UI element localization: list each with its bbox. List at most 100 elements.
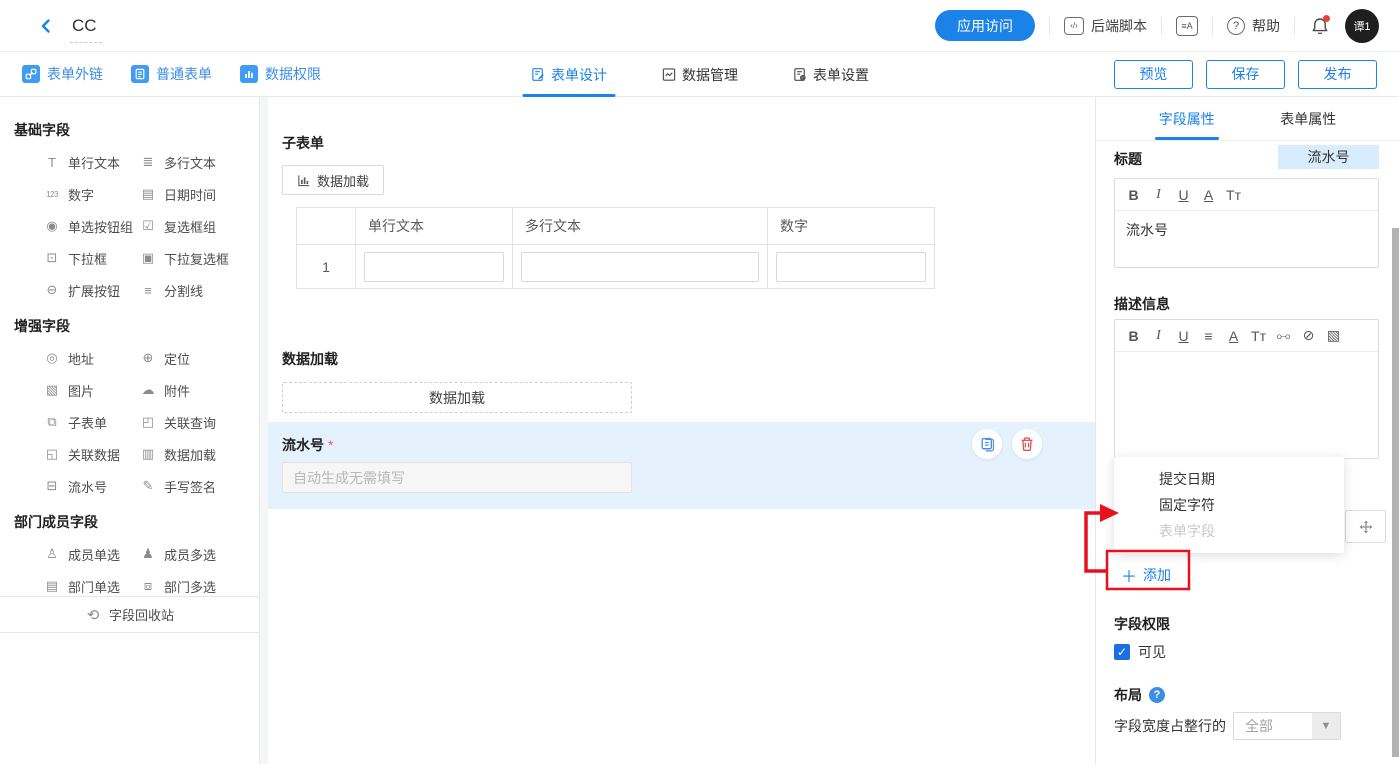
tab-field-properties[interactable]: 字段属性 <box>1126 97 1248 140</box>
multi-line-text-input[interactable] <box>521 252 759 282</box>
field-item-divider-line[interactable]: ≡分割线 <box>140 274 259 306</box>
layout-help-icon[interactable]: ? <box>1149 687 1165 703</box>
single-line-text-input[interactable] <box>364 252 504 282</box>
app-access-button[interactable]: 应用访问 <box>935 10 1035 41</box>
description-label: 描述信息 <box>1114 294 1379 314</box>
font-color-icon[interactable]: A <box>1221 328 1246 344</box>
field-item-select[interactable]: ⊡下拉框 <box>44 242 140 274</box>
field-item-location[interactable]: ⊕定位 <box>140 342 259 374</box>
field-item-checkbox-group[interactable]: ☑复选框组 <box>140 210 259 242</box>
underline-icon[interactable]: U <box>1171 328 1196 344</box>
layout-title: 布局 ? <box>1114 685 1165 705</box>
preview-button[interactable]: 预览 <box>1114 60 1193 89</box>
back-button[interactable] <box>34 14 58 38</box>
field-item-radio-group[interactable]: ◉单选按钮组 <box>44 210 140 242</box>
rule-drag-handle[interactable] <box>1345 510 1386 543</box>
tab-form-settings[interactable]: 表单设置 <box>790 52 871 97</box>
checked-checkbox[interactable]: ✓ <box>1114 644 1130 660</box>
field-recycle-bin[interactable]: ⟲ 字段回收站 <box>0 596 259 633</box>
font-color-icon[interactable]: A <box>1196 187 1221 203</box>
field-item-subform[interactable]: ⧉子表单 <box>44 406 140 438</box>
chart-icon <box>297 174 310 187</box>
field-item-relation-data[interactable]: ◱关联数据 <box>44 438 140 470</box>
field-item-relation-query[interactable]: ◰关联查询 <box>140 406 259 438</box>
dept-member-fields: ♙成员单选 ♟成员多选 ▤部门单选 ⧈部门多选 <box>0 538 259 602</box>
backend-script-button[interactable]: ‹/› 后端脚本 <box>1064 16 1147 36</box>
form-external-link[interactable]: 表单外链 <box>22 64 103 84</box>
image-icon: ▧ <box>44 382 60 398</box>
field-item-multi-line-text[interactable]: ≣多行文本 <box>140 146 259 178</box>
field-item-signature[interactable]: ✎手写签名 <box>140 470 259 502</box>
publish-button[interactable]: 发布 <box>1298 60 1377 89</box>
field-item-number[interactable]: 123数字 <box>44 178 140 210</box>
bold-icon[interactable]: B <box>1121 328 1146 344</box>
field-item-datetime[interactable]: ▤日期时间 <box>140 178 259 210</box>
serial-number-field-selected[interactable]: 流水号* <box>268 422 1095 509</box>
number-input[interactable] <box>776 252 926 282</box>
link-icon[interactable]: ⧟ <box>1271 327 1296 344</box>
divider <box>1212 17 1213 35</box>
divider-line-icon: ≡ <box>140 283 156 298</box>
data-permission[interactable]: 数据权限 <box>240 64 321 84</box>
field-item-extend-button[interactable]: ⊖扩展按钮 <box>44 274 140 306</box>
notification-bell-icon[interactable] <box>1309 15 1331 37</box>
save-button[interactable]: 保存 <box>1206 60 1285 89</box>
selected-field-badge[interactable]: 流水号 <box>1278 145 1379 169</box>
visible-checkbox-row[interactable]: ✓ 可见 <box>1114 642 1166 662</box>
designer-tabs: 表单设计 数据管理 表单设置 <box>528 52 871 97</box>
field-item-attachment[interactable]: ☁附件 <box>140 374 259 406</box>
subform-table: 单行文本 多行文本 数字 1 <box>296 207 935 289</box>
underline-icon[interactable]: U <box>1171 187 1196 203</box>
dropdown-option-fixed-chars[interactable]: 固定字符 <box>1114 492 1344 518</box>
insert-image-icon[interactable]: ▧ <box>1321 327 1346 344</box>
visible-label: 可见 <box>1138 642 1166 662</box>
unlink-icon[interactable]: ⊘ <box>1296 327 1321 344</box>
form-design-icon <box>530 67 545 82</box>
field-item-multi-select[interactable]: ▣下拉复选框 <box>140 242 259 274</box>
description-editor-value[interactable] <box>1115 352 1378 458</box>
italic-icon[interactable]: I <box>1146 328 1171 344</box>
index-header <box>297 208 356 245</box>
field-item-image[interactable]: ▧图片 <box>44 374 140 406</box>
bold-icon[interactable]: B <box>1121 187 1146 203</box>
tab-form-properties[interactable]: 表单属性 <box>1248 97 1370 140</box>
serial-number-input[interactable] <box>282 462 632 493</box>
chevron-down-icon: ▼ <box>1312 713 1340 739</box>
delete-field-button[interactable] <box>1012 429 1042 459</box>
signature-icon: ✎ <box>140 478 156 494</box>
field-item-member-single[interactable]: ♙成员单选 <box>44 538 140 570</box>
font-size-icon[interactable]: Tᴛ <box>1221 187 1246 203</box>
field-item-member-multi[interactable]: ♟成员多选 <box>140 538 259 570</box>
subform-data-load-button[interactable]: 数据加载 <box>282 165 384 195</box>
copy-field-button[interactable] <box>972 429 1002 459</box>
cell-number <box>768 245 935 289</box>
field-item-address[interactable]: ◎地址 <box>44 342 140 374</box>
datetime-icon: ▤ <box>140 186 156 202</box>
tab-data-manage[interactable]: 数据管理 <box>659 52 740 97</box>
add-rule-button[interactable]: ＋ 添加 <box>1121 563 1171 587</box>
field-item-data-load[interactable]: ▥数据加载 <box>140 438 259 470</box>
body: 基础字段 T单行文本 ≣多行文本 123数字 ▤日期时间 ◉单选按钮组 ☑复选框… <box>0 97 1399 764</box>
vertical-scrollbar[interactable] <box>1392 228 1399 757</box>
align-icon[interactable]: ≡ <box>1196 328 1221 344</box>
field-item-single-line-text[interactable]: T单行文本 <box>44 146 140 178</box>
help-button[interactable]: ? 帮助 <box>1227 16 1280 36</box>
trash-icon <box>1019 436 1035 452</box>
radio-group-icon: ◉ <box>44 218 60 234</box>
field-item-serial-number[interactable]: ⊟流水号 <box>44 470 140 502</box>
address-icon: ◎ <box>44 350 60 366</box>
title-editor-value[interactable]: 流水号 <box>1115 211 1378 267</box>
tab-form-design[interactable]: 表单设计 <box>528 52 609 97</box>
translate-icon[interactable]: ≡A <box>1176 16 1198 36</box>
attachment-icon: ☁ <box>140 382 156 398</box>
data-load-button[interactable]: 数据加载 <box>282 382 632 413</box>
dropdown-option-submit-date[interactable]: 提交日期 <box>1114 466 1344 492</box>
dept-single-icon: ▤ <box>44 578 60 594</box>
font-size-icon[interactable]: Tᴛ <box>1246 328 1271 344</box>
italic-icon[interactable]: I <box>1146 187 1171 203</box>
field-width-select[interactable]: 全部 ▼ <box>1233 712 1341 740</box>
normal-form[interactable]: 普通表单 <box>131 64 212 84</box>
avatar[interactable]: 谭1 <box>1345 9 1379 43</box>
dropdown-option-form-field[interactable]: 表单字段 <box>1114 518 1344 544</box>
data-load-field-label: 数据加载 <box>282 349 1095 369</box>
